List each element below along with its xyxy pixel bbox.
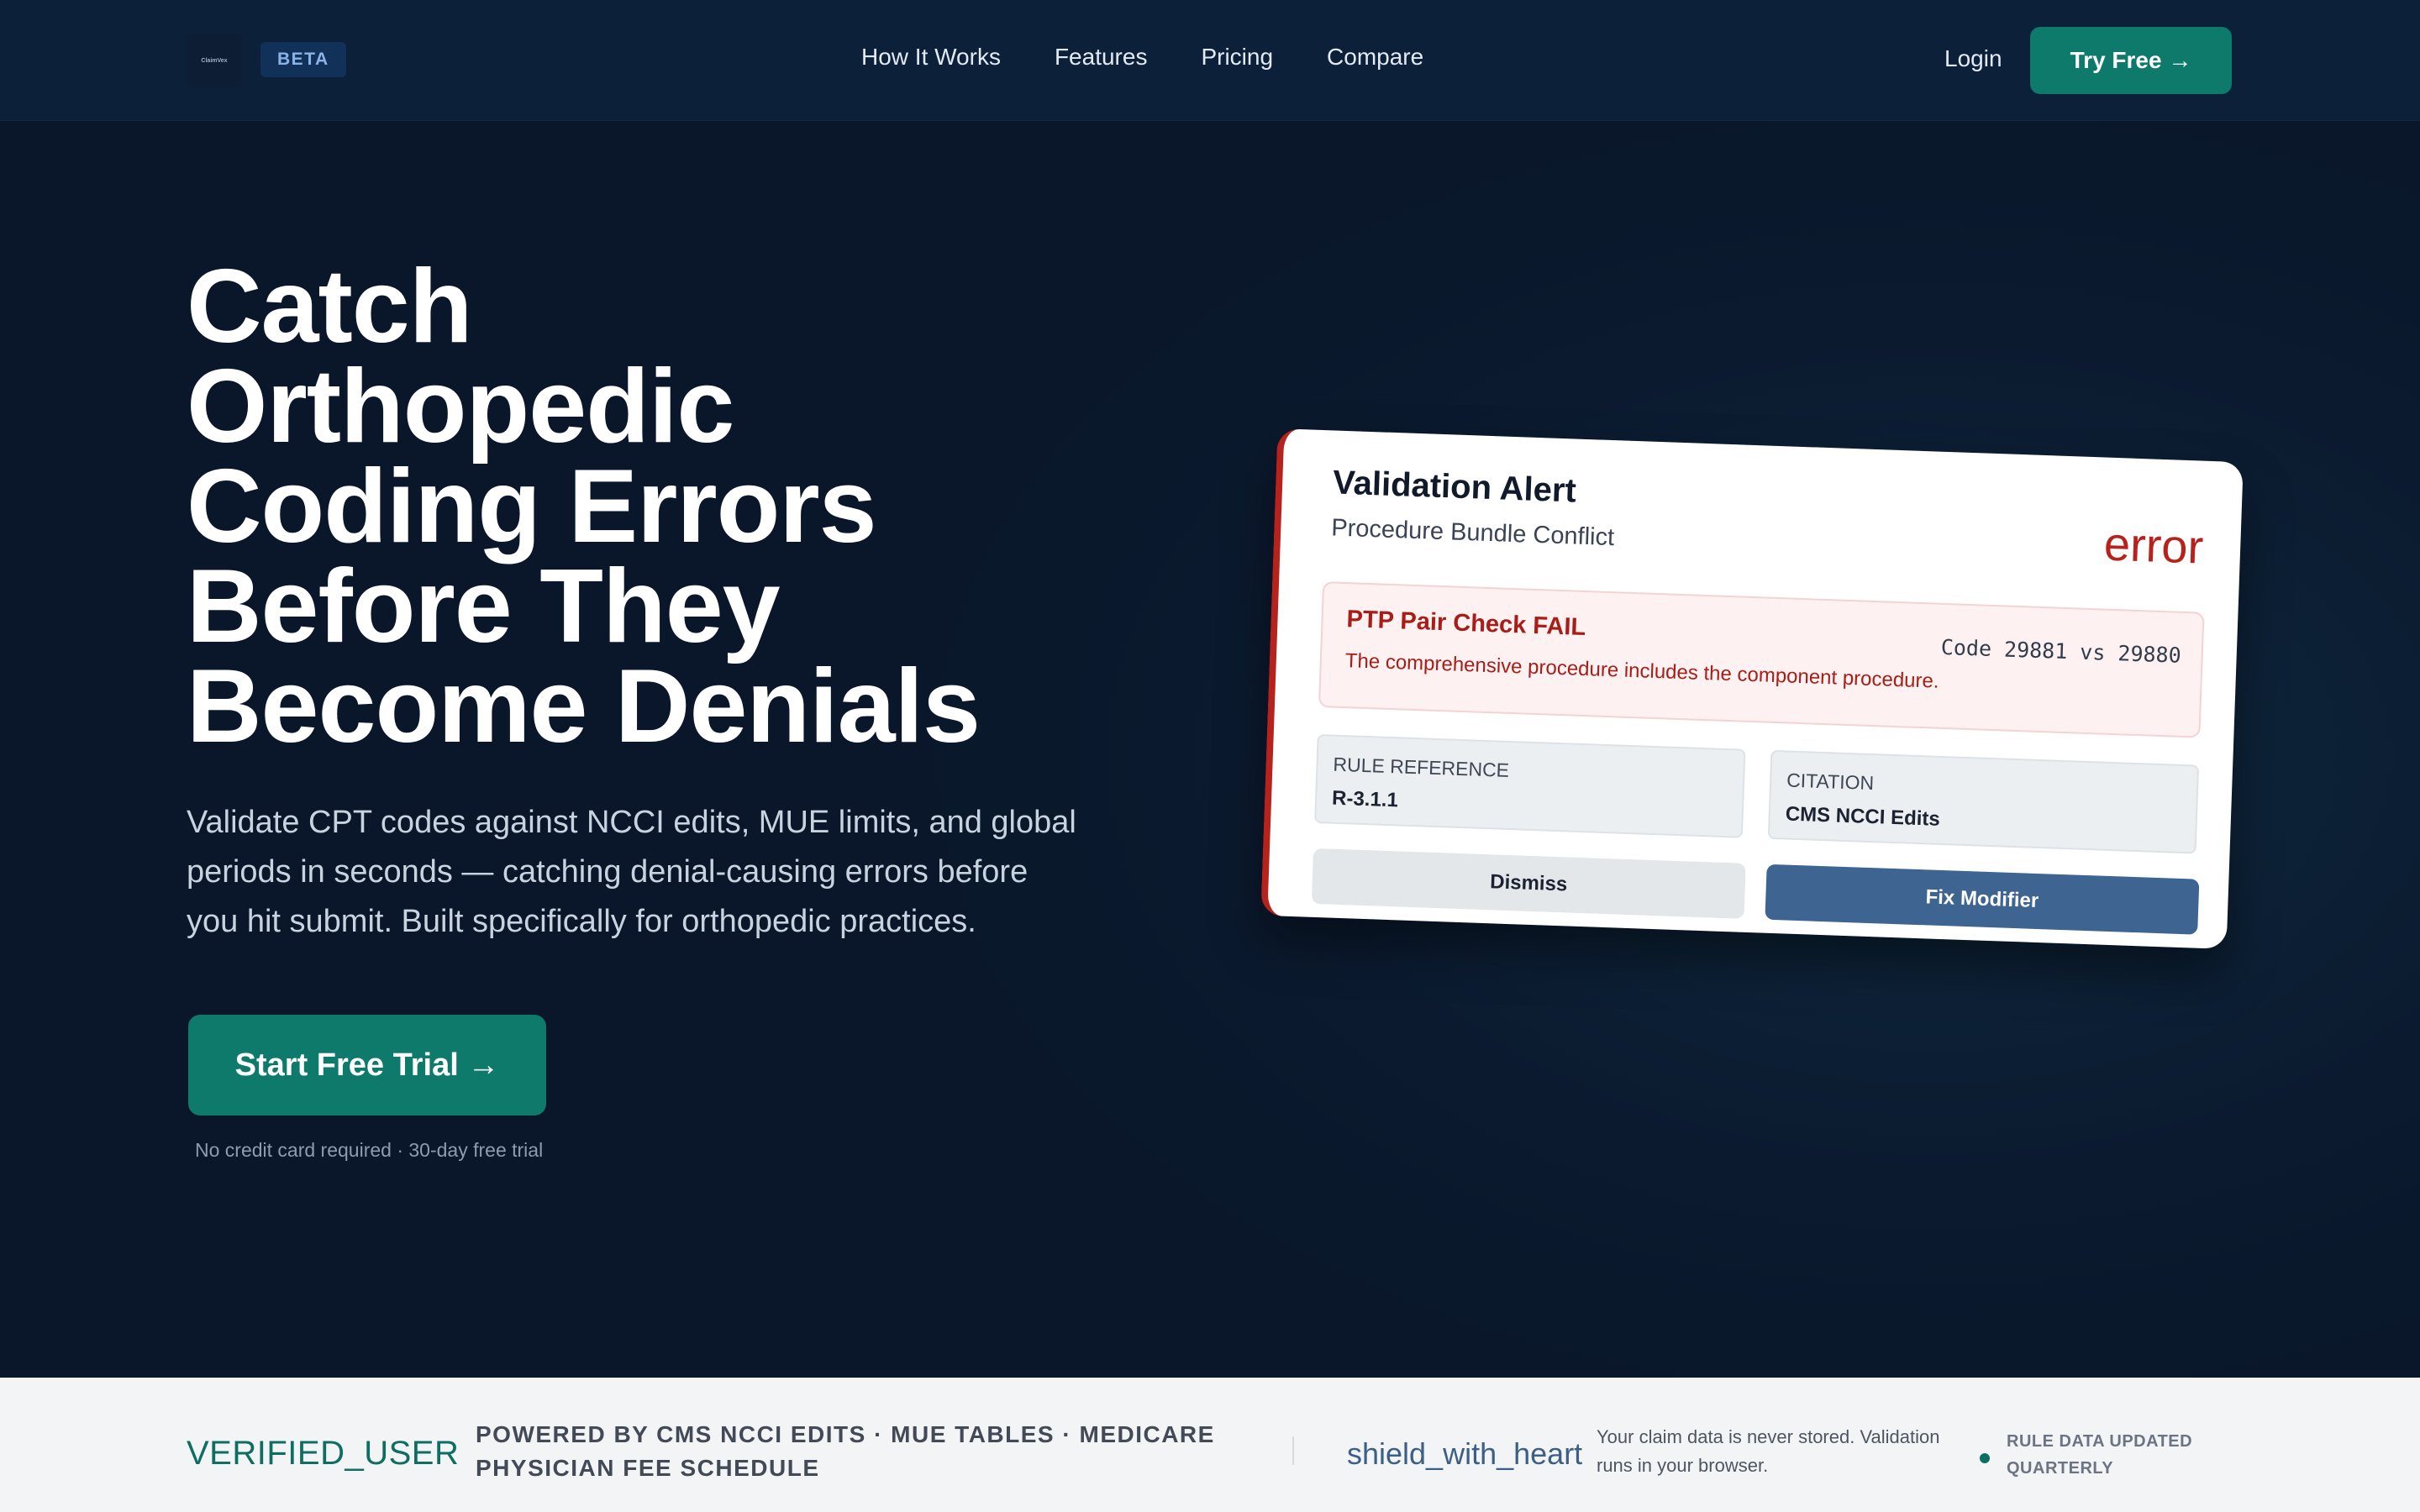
rule-data-updated-text: RULE DATA UPDATED QUARTERLY bbox=[2007, 1432, 2193, 1478]
hero-title-line: Orthopedic bbox=[187, 349, 734, 465]
status-dot bbox=[1980, 1453, 1990, 1463]
validation-alert-card: Validation Alert Procedure Bundle Confli… bbox=[1260, 428, 2244, 949]
hero-title-line: Become Denials bbox=[187, 648, 981, 764]
hero-subtitle: Validate CPT codes against NCCI edits, M… bbox=[187, 805, 1076, 939]
hero-title-line: Catch bbox=[187, 249, 473, 365]
ptp-alert-box: PTP Pair Check FAIL Code 29881 vs 29880 … bbox=[1318, 581, 2205, 738]
nav-links: How It Works Features Pricing Compare bbox=[861, 44, 1423, 71]
shield-with-heart-icon: shield_with_heart bbox=[1347, 1436, 1583, 1471]
card-body: Validation Alert Procedure Bundle Confli… bbox=[1260, 428, 2244, 949]
fix-modifier-button[interactable]: Fix Modifier bbox=[1765, 864, 2200, 935]
dismiss-button[interactable]: Dismiss bbox=[1311, 848, 1746, 919]
hero-title-line: Coding Errors bbox=[187, 449, 877, 564]
divider bbox=[1292, 1436, 1294, 1465]
nav-link-how-it-works[interactable]: How It Works bbox=[861, 44, 1001, 71]
alert-title: PTP Pair Check FAIL bbox=[1346, 606, 1586, 642]
cta-note: No credit card required · 30-day free tr… bbox=[195, 1139, 544, 1161]
verified-user-icon: VERIFIED_USER bbox=[187, 1435, 460, 1472]
rule-reference-box: RULE REFERENCE R-3.1.1 bbox=[1314, 733, 1746, 838]
login-link[interactable]: Login bbox=[1944, 45, 2002, 72]
powered-by-text: POWERED BY CMS NCCI EDITS · MUE TABLES ·… bbox=[476, 1421, 1215, 1481]
rule-reference-label: RULE REFERENCE bbox=[1333, 753, 1510, 781]
logo-text: ClaimVex bbox=[201, 57, 228, 64]
alert-code: Code 29881 vs 29880 bbox=[1940, 634, 2182, 668]
trust-bar: VERIFIED_USER POWERED BY CMS NCCI EDITS … bbox=[0, 1378, 2420, 1512]
logo[interactable]: ClaimVex bbox=[187, 34, 242, 87]
start-free-trial-button[interactable]: Start Free Trial → bbox=[188, 1015, 546, 1116]
top-nav: ClaimVex BETA How It Works Features Pric… bbox=[0, 0, 2420, 121]
card-title: Validation Alert bbox=[1332, 464, 1577, 510]
citation-label: CITATION bbox=[1786, 769, 1875, 795]
hero-title-line: Before They bbox=[187, 549, 781, 664]
alert-message: The comprehensive procedure includes the… bbox=[1344, 649, 1940, 693]
citation-box: CITATION CMS NCCI Edits bbox=[1767, 749, 2200, 854]
try-free-button[interactable]: Try Free → bbox=[2030, 27, 2232, 94]
status-label: error bbox=[2102, 517, 2205, 574]
landing-page: ClaimVex BETA How It Works Features Pric… bbox=[0, 0, 2420, 1512]
nav-link-pricing[interactable]: Pricing bbox=[1201, 44, 1273, 71]
privacy-text: Your claim data is never stored. Validat… bbox=[1597, 1426, 1940, 1476]
beta-badge: BETA bbox=[260, 42, 346, 77]
nav-link-compare[interactable]: Compare bbox=[1327, 44, 1423, 71]
rule-reference-value: R-3.1.1 bbox=[1331, 786, 1399, 812]
nav-link-features[interactable]: Features bbox=[1055, 44, 1148, 71]
citation-value: CMS NCCI Edits bbox=[1785, 802, 1941, 831]
card-subtitle: Procedure Bundle Conflict bbox=[1330, 514, 1615, 552]
hero-title: Catch Orthopedic Coding Errors Before Th… bbox=[187, 249, 1153, 764]
